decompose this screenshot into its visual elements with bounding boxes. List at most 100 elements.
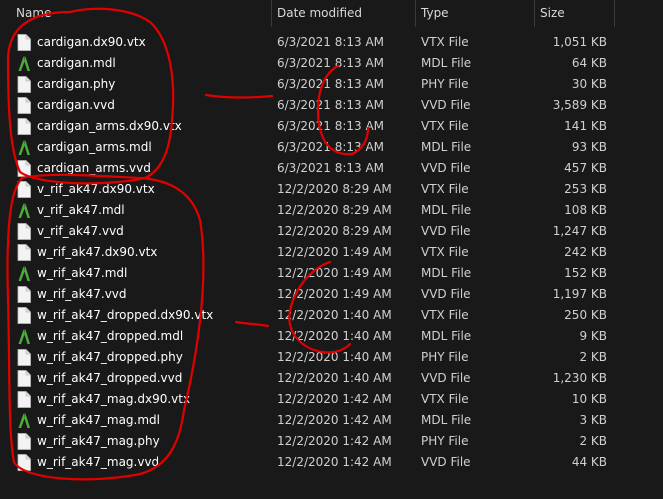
file-row[interactable]: w_rif_ak47_dropped.phy 12/2/2020 1:40 AM P…	[0, 347, 663, 368]
sort-chevron-up-icon: ⌃	[136, 0, 145, 7]
file-row[interactable]: w_rif_ak47_mag.dx90.vtx 12/2/2020 1:42 AM…	[0, 389, 663, 410]
document-icon	[17, 286, 31, 303]
document-icon	[17, 307, 31, 324]
file-name: cardigan_arms.mdl	[37, 140, 152, 154]
file-name: cardigan.dx90.vtx	[37, 35, 146, 49]
file-size: 1,051 KB	[552, 35, 607, 49]
file-type: MDL File	[421, 203, 472, 217]
file-type: VTX File	[421, 308, 469, 322]
file-type: VTX File	[421, 119, 469, 133]
document-icon	[17, 118, 31, 135]
file-row[interactable]: w_rif_ak47_mag.phy 12/2/2020 1:42 AM PHY F…	[0, 431, 663, 452]
file-row[interactable]: cardigan_arms.mdl 6/3/2021 8:13 AM MDL Fil…	[0, 137, 663, 158]
file-date-modified: 12/2/2020 8:29 AM	[277, 224, 392, 238]
mdl-arch-icon	[17, 328, 31, 345]
file-type: MDL File	[421, 56, 472, 70]
file-size: 152 KB	[564, 266, 607, 280]
file-name: cardigan.vvd	[37, 98, 115, 112]
file-name: w_rif_ak47_dropped.phy	[37, 350, 183, 364]
file-date-modified: 12/2/2020 1:42 AM	[277, 392, 392, 406]
column-header-size-label: Size	[540, 6, 565, 20]
file-type: MDL File	[421, 413, 472, 427]
file-row[interactable]: w_rif_ak47_mag.vvd 12/2/2020 1:42 AM VVD F…	[0, 452, 663, 473]
file-date-modified: 12/2/2020 1:40 AM	[277, 371, 392, 385]
file-name: w_rif_ak47_dropped.vvd	[37, 371, 183, 385]
file-date-modified: 12/2/2020 1:42 AM	[277, 413, 392, 427]
file-size: 141 KB	[564, 119, 607, 133]
document-icon	[17, 34, 31, 51]
file-row[interactable]: cardigan_arms.vvd 6/3/2021 8:13 AM VVD Fil…	[0, 158, 663, 179]
column-header-bar: Name ⌃ Date modified Type Size	[0, 0, 663, 27]
file-row[interactable]: cardigan.vvd 6/3/2021 8:13 AM VVD File 3,58…	[0, 95, 663, 116]
file-row[interactable]: w_rif_ak47_dropped.mdl 12/2/2020 1:40 AM M…	[0, 326, 663, 347]
file-size: 242 KB	[564, 245, 607, 259]
mdl-arch-icon	[17, 55, 31, 72]
file-row[interactable]: v_rif_ak47.dx90.vtx 12/2/2020 8:29 AM VTX …	[0, 179, 663, 200]
mdl-arch-icon	[17, 202, 31, 219]
file-date-modified: 12/2/2020 1:49 AM	[277, 287, 392, 301]
document-icon	[17, 160, 31, 177]
file-row[interactable]: w_rif_ak47_dropped.vvd 12/2/2020 1:40 AM V…	[0, 368, 663, 389]
file-row[interactable]: cardigan.mdl 6/3/2021 8:13 AM MDL File 64 K…	[0, 53, 663, 74]
file-date-modified: 12/2/2020 1:42 AM	[277, 455, 392, 469]
column-header-name-label: Name	[16, 6, 52, 20]
file-name: w_rif_ak47_mag.dx90.vtx	[37, 392, 191, 406]
file-date-modified: 6/3/2021 8:13 AM	[277, 56, 385, 70]
file-row[interactable]: w_rif_ak47_mag.mdl 12/2/2020 1:42 AM MDL F…	[0, 410, 663, 431]
file-type: VVD File	[421, 455, 471, 469]
file-size: 1,247 KB	[552, 224, 607, 238]
file-name: w_rif_ak47.mdl	[37, 266, 128, 280]
file-size: 93 KB	[571, 140, 607, 154]
file-name: v_rif_ak47.mdl	[37, 203, 125, 217]
column-header-date[interactable]: Date modified	[271, 0, 415, 27]
mdl-arch-icon	[17, 265, 31, 282]
file-size: 44 KB	[571, 455, 607, 469]
file-row[interactable]: cardigan.phy 6/3/2021 8:13 AM PHY File 30 K…	[0, 74, 663, 95]
file-row[interactable]: w_rif_ak47.mdl 12/2/2020 1:49 AM MDL File 1…	[0, 263, 663, 284]
file-row[interactable]: w_rif_ak47.dx90.vtx 12/2/2020 1:49 AM VTX …	[0, 242, 663, 263]
file-type: VTX File	[421, 35, 469, 49]
document-icon	[17, 433, 31, 450]
column-header-type[interactable]: Type	[415, 0, 534, 27]
file-name: w_rif_ak47_mag.mdl	[37, 413, 160, 427]
file-size: 250 KB	[564, 308, 607, 322]
mdl-arch-icon	[17, 139, 31, 156]
document-icon	[17, 76, 31, 93]
file-row[interactable]: v_rif_ak47.mdl 12/2/2020 8:29 AM MDL File 1…	[0, 200, 663, 221]
file-type: PHY File	[421, 77, 469, 91]
file-name: w_rif_ak47.vvd	[37, 287, 127, 301]
file-row[interactable]: cardigan_arms.dx90.vtx 6/3/2021 8:13 AM VT…	[0, 116, 663, 137]
file-date-modified: 12/2/2020 1:40 AM	[277, 308, 392, 322]
document-icon	[17, 454, 31, 471]
file-size: 30 KB	[571, 77, 607, 91]
file-type: MDL File	[421, 140, 472, 154]
file-type: VVD File	[421, 371, 471, 385]
file-type: VVD File	[421, 287, 471, 301]
file-name: w_rif_ak47_dropped.dx90.vtx	[37, 308, 214, 322]
file-row[interactable]: w_rif_ak47_dropped.dx90.vtx 12/2/2020 1:4…	[0, 305, 663, 326]
file-date-modified: 12/2/2020 8:29 AM	[277, 203, 392, 217]
document-icon	[17, 223, 31, 240]
document-icon	[17, 97, 31, 114]
file-size: 1,230 KB	[552, 371, 607, 385]
file-name: cardigan_arms.dx90.vtx	[37, 119, 182, 133]
document-icon	[17, 244, 31, 261]
file-type: VTX File	[421, 245, 469, 259]
file-date-modified: 12/2/2020 1:49 AM	[277, 245, 392, 259]
file-name: cardigan_arms.vvd	[37, 161, 151, 175]
column-divider[interactable]	[614, 0, 615, 27]
file-name: v_rif_ak47.vvd	[37, 224, 124, 238]
file-size: 3,589 KB	[552, 98, 607, 112]
file-row[interactable]: cardigan.dx90.vtx 6/3/2021 8:13 AM VTX Fil…	[0, 32, 663, 53]
file-date-modified: 6/3/2021 8:13 AM	[277, 98, 385, 112]
file-name: cardigan.phy	[37, 77, 116, 91]
file-type: PHY File	[421, 350, 469, 364]
file-name: w_rif_ak47.dx90.vtx	[37, 245, 158, 259]
file-row[interactable]: v_rif_ak47.vvd 12/2/2020 8:29 AM VVD File 1…	[0, 221, 663, 242]
document-icon	[17, 370, 31, 387]
file-date-modified: 6/3/2021 8:13 AM	[277, 161, 385, 175]
file-date-modified: 6/3/2021 8:13 AM	[277, 35, 385, 49]
column-header-date-label: Date modified	[277, 6, 363, 20]
column-header-size[interactable]: Size	[534, 0, 614, 27]
file-row[interactable]: w_rif_ak47.vvd 12/2/2020 1:49 AM VVD File 1…	[0, 284, 663, 305]
